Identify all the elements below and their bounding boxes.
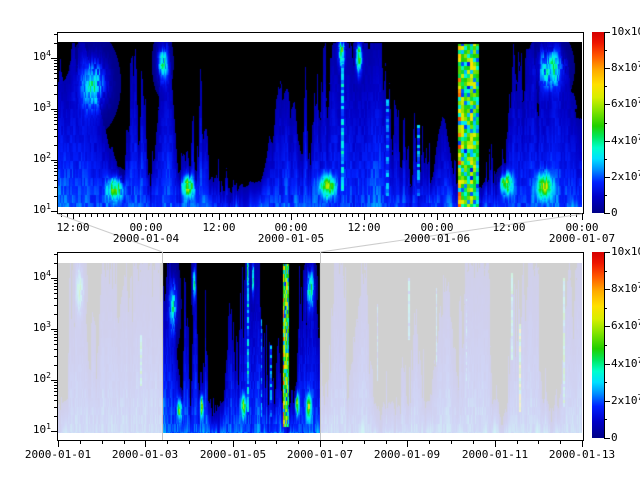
label-exponent: 2 <box>46 151 51 160</box>
label-exponent: 1 <box>46 202 51 211</box>
label-mantissa: 0 <box>611 206 618 219</box>
x-tick-label: 2000-01-09 <box>365 449 449 460</box>
colorbar-tick-label: 2x107 <box>611 171 640 183</box>
label-mantissa: 2x10 <box>611 170 638 183</box>
colorbar-tick-label: 4x107 <box>611 358 640 370</box>
y-tick-label: 101 <box>7 424 51 436</box>
colorbar-tick-label: 0 <box>611 207 640 218</box>
label-mantissa: 4x10 <box>611 134 638 147</box>
label-mantissa: 8x10 <box>611 61 638 74</box>
x-tick-label: 00:002000-01-04 <box>104 222 188 244</box>
label-mantissa: 10 <box>33 372 46 385</box>
detail-spectrogram[interactable] <box>58 42 582 207</box>
x-tick-date-label: 2000-01-04 <box>104 233 188 244</box>
colorbar-tick-label: 8x107 <box>611 283 640 295</box>
x-tick-label: 2000-01-05 <box>191 449 275 460</box>
colorbar-tick-label: 6x107 <box>611 98 640 110</box>
label-mantissa: 10 <box>33 203 46 216</box>
label-mantissa: 10 <box>33 321 46 334</box>
y-tick-label: 104 <box>7 51 51 63</box>
x-tick-label: 12:00 <box>467 222 551 233</box>
x-tick-label: 00:002000-01-07 <box>540 222 624 244</box>
x-tick-date-label: 2000-01-06 <box>395 233 479 244</box>
label-exponent: 3 <box>46 100 51 109</box>
label-exponent: 1 <box>46 422 51 431</box>
x-tick-time-label: 2000-01-13 <box>540 449 624 460</box>
colorbar-tick-label: 8x107 <box>611 62 640 74</box>
y-tick-label: 103 <box>7 102 51 114</box>
label-mantissa: 4x10 <box>611 357 638 370</box>
x-tick-date-label: 2000-01-05 <box>249 233 333 244</box>
y-tick-label: 103 <box>7 322 51 334</box>
label-mantissa: 10x10 <box>611 25 640 38</box>
label-exponent: 4 <box>46 49 51 58</box>
x-tick-time-label: 12:00 <box>322 222 406 233</box>
label-mantissa: 10x10 <box>611 245 640 258</box>
x-tick-label: 2000-01-07 <box>278 449 362 460</box>
label-mantissa: 10 <box>33 50 46 63</box>
x-tick-time-label: 12:00 <box>467 222 551 233</box>
colorbar-tick-label: 6x107 <box>611 320 640 332</box>
x-tick-label: 2000-01-03 <box>103 449 187 460</box>
x-tick-time-label: 2000-01-03 <box>103 449 187 460</box>
colorbar-tick-label: 4x107 <box>611 135 640 147</box>
colorbar-top <box>592 32 604 213</box>
label-mantissa: 10 <box>33 270 46 283</box>
x-tick-label: 2000-01-01 <box>16 449 100 460</box>
colorbar-tick-label: 10x107 <box>611 246 640 258</box>
x-tick-time-label: 2000-01-07 <box>278 449 362 460</box>
label-mantissa: 2x10 <box>611 394 638 407</box>
x-tick-label: 00:002000-01-05 <box>249 222 333 244</box>
label-mantissa: 8x10 <box>611 282 638 295</box>
colorbar-bottom <box>592 252 604 438</box>
label-exponent: 4 <box>46 269 51 278</box>
spectrogram-figure: 12:0000:002000-01-0412:0000:002000-01-05… <box>0 0 640 480</box>
x-tick-time-label: 2000-01-09 <box>365 449 449 460</box>
x-tick-time-label: 2000-01-11 <box>453 449 537 460</box>
label-exponent: 3 <box>46 320 51 329</box>
x-tick-time-label: 2000-01-05 <box>191 449 275 460</box>
label-exponent: 2 <box>46 371 51 380</box>
x-tick-time-label: 12:00 <box>31 222 115 233</box>
label-mantissa: 10 <box>33 101 46 114</box>
selection-window[interactable] <box>162 252 321 440</box>
label-mantissa: 6x10 <box>611 97 638 110</box>
x-tick-label: 12:00 <box>31 222 115 233</box>
label-mantissa: 6x10 <box>611 319 638 332</box>
x-tick-label: 12:00 <box>322 222 406 233</box>
colorbar-tick-label: 10x107 <box>611 26 640 38</box>
y-tick-label: 101 <box>7 204 51 216</box>
x-tick-label: 2000-01-13 <box>540 449 624 460</box>
x-tick-time-label: 2000-01-01 <box>16 449 100 460</box>
y-tick-label: 102 <box>7 153 51 165</box>
colorbar-tick-label: 2x107 <box>611 395 640 407</box>
x-tick-date-label: 2000-01-07 <box>540 233 624 244</box>
label-mantissa: 10 <box>33 423 46 436</box>
y-tick-label: 104 <box>7 271 51 283</box>
label-mantissa: 10 <box>33 152 46 165</box>
y-tick-label: 102 <box>7 373 51 385</box>
label-mantissa: 0 <box>611 431 618 444</box>
colorbar-tick-label: 0 <box>611 432 640 443</box>
x-tick-label: 2000-01-11 <box>453 449 537 460</box>
